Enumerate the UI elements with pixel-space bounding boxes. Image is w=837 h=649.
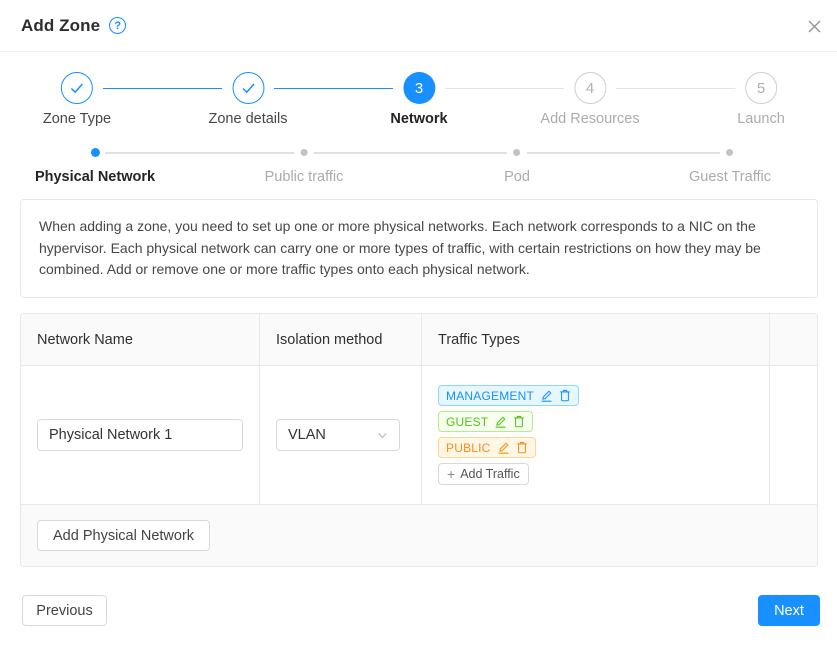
network-name-input[interactable] (37, 419, 243, 451)
close-icon[interactable] (804, 16, 824, 36)
substep-physical-network: Physical Network (35, 145, 155, 185)
step-add-resources: 4 Add Resources (540, 72, 639, 127)
check-circle-icon (61, 72, 93, 104)
tag-label: MANAGEMENT (446, 389, 534, 403)
dialog-header: Add Zone ? (0, 0, 837, 52)
wizard-steps: Zone Type Zone details 3 Network 4 Add R… (0, 68, 837, 134)
isolation-method-select[interactable]: VLAN (276, 419, 400, 451)
tag-label: PUBLIC (446, 441, 491, 455)
step-label: Network (390, 111, 447, 127)
table-header-row: Network Name Isolation method Traffic Ty… (21, 314, 817, 366)
delete-icon[interactable] (559, 389, 571, 402)
add-traffic-label: Add Traffic (460, 467, 520, 481)
previous-button[interactable]: Previous (22, 595, 107, 626)
step-connector (274, 88, 393, 90)
traffic-tag-management: MANAGEMENT (438, 385, 579, 406)
help-icon[interactable]: ? (109, 17, 126, 34)
delete-icon[interactable] (513, 415, 525, 428)
add-physical-network-button[interactable]: Add Physical Network (37, 520, 210, 551)
physical-networks-table: Network Name Isolation method Traffic Ty… (20, 313, 818, 567)
add-zone-dialog: Add Zone ? Zone Type Zone details 3 Netw… (0, 0, 837, 649)
edit-icon[interactable] (494, 415, 507, 428)
active-dot-icon (90, 148, 99, 157)
page-title: Add Zone (21, 16, 100, 36)
edit-icon[interactable] (540, 389, 553, 402)
step-label: Zone details (209, 111, 288, 127)
step-number: 4 (574, 72, 606, 104)
wait-dot-icon (727, 149, 734, 156)
table-footer: Add Physical Network (21, 504, 817, 566)
step-label: Launch (737, 111, 785, 127)
step-network: 3 Network (390, 72, 447, 127)
step-label: Add Resources (540, 111, 639, 127)
plus-icon: + (447, 467, 455, 481)
step-zone-details: Zone details (209, 72, 288, 127)
add-traffic-button[interactable]: + Add Traffic (438, 463, 529, 485)
edit-icon[interactable] (497, 441, 510, 454)
isolation-method-cell: VLAN (260, 366, 422, 504)
substep-public-traffic: Public traffic (265, 145, 344, 185)
step-number: 5 (745, 72, 777, 104)
wait-dot-icon (301, 149, 308, 156)
chevron-down-icon (377, 430, 388, 441)
network-name-cell (21, 366, 260, 504)
check-circle-icon (232, 72, 264, 104)
traffic-tag-public: PUBLIC (438, 437, 536, 458)
traffic-types-cell: MANAGEMENT GUEST PUBLIC + Add Traffic (422, 366, 770, 504)
column-header-network-name: Network Name (21, 314, 260, 365)
isolation-method-value: VLAN (288, 427, 326, 443)
column-header-isolation-method: Isolation method (260, 314, 422, 365)
substep-label: Guest Traffic (689, 169, 771, 185)
column-header-actions (770, 314, 817, 365)
step-connector (103, 88, 222, 90)
tag-label: GUEST (446, 415, 488, 429)
step-label: Zone Type (43, 111, 111, 127)
delete-icon[interactable] (516, 441, 528, 454)
substep-pod: Pod (504, 145, 530, 185)
next-button[interactable]: Next (758, 595, 820, 626)
substep-guest-traffic: Guest Traffic (689, 145, 771, 185)
step-launch: 5 Launch (737, 72, 785, 127)
substep-label: Public traffic (265, 169, 344, 185)
step-zone-type: Zone Type (43, 72, 111, 127)
traffic-tag-guest: GUEST (438, 411, 533, 432)
substep-label: Physical Network (35, 169, 155, 185)
substep-label: Pod (504, 169, 530, 185)
wait-dot-icon (514, 149, 521, 156)
physical-network-description: When adding a zone, you need to set up o… (20, 199, 818, 298)
table-row: VLAN MANAGEMENT GUEST PUBLIC (21, 366, 817, 504)
network-sub-steps: Physical Network Public traffic Pod Gues… (0, 145, 837, 189)
step-number: 3 (403, 72, 435, 104)
column-header-traffic-types: Traffic Types (422, 314, 770, 365)
row-actions-cell (770, 366, 817, 504)
